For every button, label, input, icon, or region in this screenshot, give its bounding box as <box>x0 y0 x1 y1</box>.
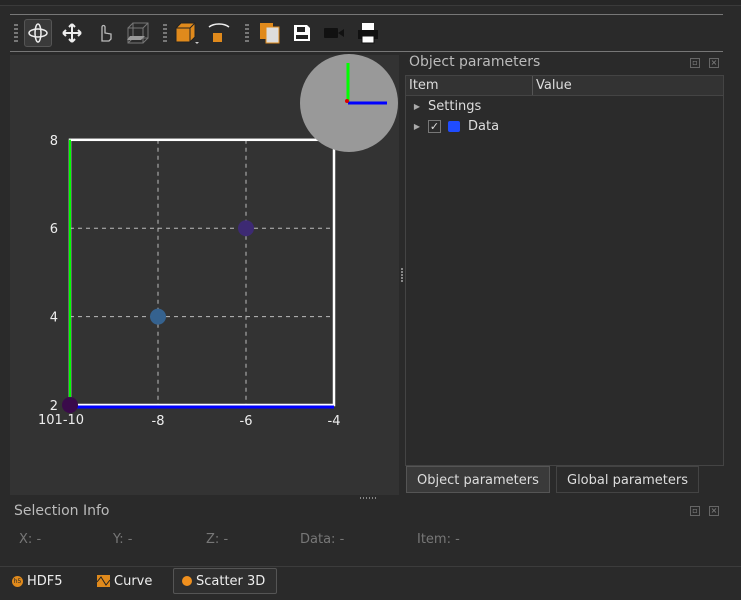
view-cube-button[interactable] <box>173 19 201 47</box>
close-icon[interactable]: × <box>709 58 719 68</box>
divider <box>10 14 723 15</box>
y-tick-label: 8 <box>50 134 58 149</box>
expand-arrow-icon[interactable]: ▶ <box>406 122 428 131</box>
tab-label: Scatter 3D <box>196 573 266 589</box>
scatter-3d-plot[interactable]: -8 -6 -4 2 4 6 8 101-10 <box>10 54 399 495</box>
object-parameters-title: Object parameters <box>409 54 541 70</box>
corner-axis-label: 101-10 <box>38 413 84 428</box>
x-tick-label: -8 <box>152 414 165 429</box>
toolbar-grip[interactable] <box>14 24 18 42</box>
float-icon[interactable]: ▫ <box>690 506 700 516</box>
selection-x: X: - <box>19 532 42 547</box>
rotate-icon <box>28 23 48 43</box>
rotate-scene-icon <box>208 23 230 42</box>
tree-header: Item Value <box>406 76 723 96</box>
float-icon[interactable]: ▫ <box>690 58 700 68</box>
visibility-checkbox[interactable]: ✓ <box>428 119 441 133</box>
hdf5-icon: h5 <box>12 575 23 587</box>
divider <box>10 51 723 52</box>
bottom-tab-hdf5[interactable]: h5 HDF5 <box>12 568 63 594</box>
copy-button[interactable] <box>256 19 284 47</box>
curve-icon <box>97 575 110 587</box>
toolbar-grip[interactable] <box>163 24 167 42</box>
z-axis-indicator <box>345 99 349 103</box>
toolbar-grip[interactable] <box>245 24 249 42</box>
selection-data: Data: - <box>300 532 345 547</box>
tab-global-parameters[interactable]: Global parameters <box>556 466 700 493</box>
data-point <box>62 397 78 413</box>
splitter-handle[interactable] <box>360 497 376 499</box>
x-tick-label: -6 <box>240 414 253 429</box>
row-label: Settings <box>428 98 482 114</box>
tree-row-data[interactable]: ▶ ✓ Data <box>406 116 723 136</box>
splitter-handle[interactable] <box>401 268 403 282</box>
x-tick-label: -4 <box>328 414 341 429</box>
orientation-gizmo[interactable] <box>299 54 399 154</box>
bounding-box <box>68 138 336 407</box>
save-button[interactable] <box>288 19 316 47</box>
bottom-tab-scatter-3d[interactable]: Scatter 3D <box>173 568 277 594</box>
pan-icon <box>62 23 82 43</box>
object-parameters-tree[interactable]: Item Value ▶ Settings ▶ ✓ Data <box>405 75 724 466</box>
y-tick-label: 6 <box>50 222 58 237</box>
tree-row-settings[interactable]: ▶ Settings <box>406 96 723 116</box>
plane-icon <box>127 22 149 44</box>
print-icon <box>358 23 378 44</box>
hand-button[interactable] <box>91 19 119 47</box>
tab-label: HDF5 <box>27 573 63 589</box>
selection-y: Y: - <box>113 532 133 547</box>
bottom-tab-curve[interactable]: Curve <box>97 568 152 594</box>
expand-arrow-icon[interactable]: ▶ <box>406 102 428 111</box>
selection-item: Item: - <box>417 532 460 547</box>
copy-icon <box>260 23 280 44</box>
column-header-item[interactable]: Item <box>406 76 533 95</box>
cube-icon <box>448 120 460 132</box>
video-button[interactable] <box>320 19 348 47</box>
y-tick-label: 4 <box>50 311 58 326</box>
rotate-scene-button[interactable] <box>205 19 233 47</box>
column-header-value[interactable]: Value <box>533 76 572 95</box>
y-tick-label: 2 <box>50 399 58 414</box>
plane-button[interactable] <box>124 19 152 47</box>
row-label: Data <box>468 118 500 134</box>
pan-button[interactable] <box>58 19 86 47</box>
data-point <box>150 308 166 325</box>
view-cube-icon <box>175 22 199 44</box>
scatter-icon <box>182 576 192 586</box>
save-icon <box>294 25 310 41</box>
close-icon[interactable]: × <box>709 506 719 516</box>
title-strip <box>0 0 741 6</box>
video-icon <box>324 28 344 38</box>
print-button[interactable] <box>354 19 382 47</box>
tab-label: Curve <box>114 573 153 589</box>
hand-icon <box>101 24 112 42</box>
selection-z: Z: - <box>206 532 229 547</box>
data-point <box>238 220 254 237</box>
tab-object-parameters[interactable]: Object parameters <box>406 466 550 493</box>
rotate-button[interactable] <box>24 19 52 47</box>
selection-info-title: Selection Info <box>14 503 110 519</box>
divider <box>0 566 741 567</box>
